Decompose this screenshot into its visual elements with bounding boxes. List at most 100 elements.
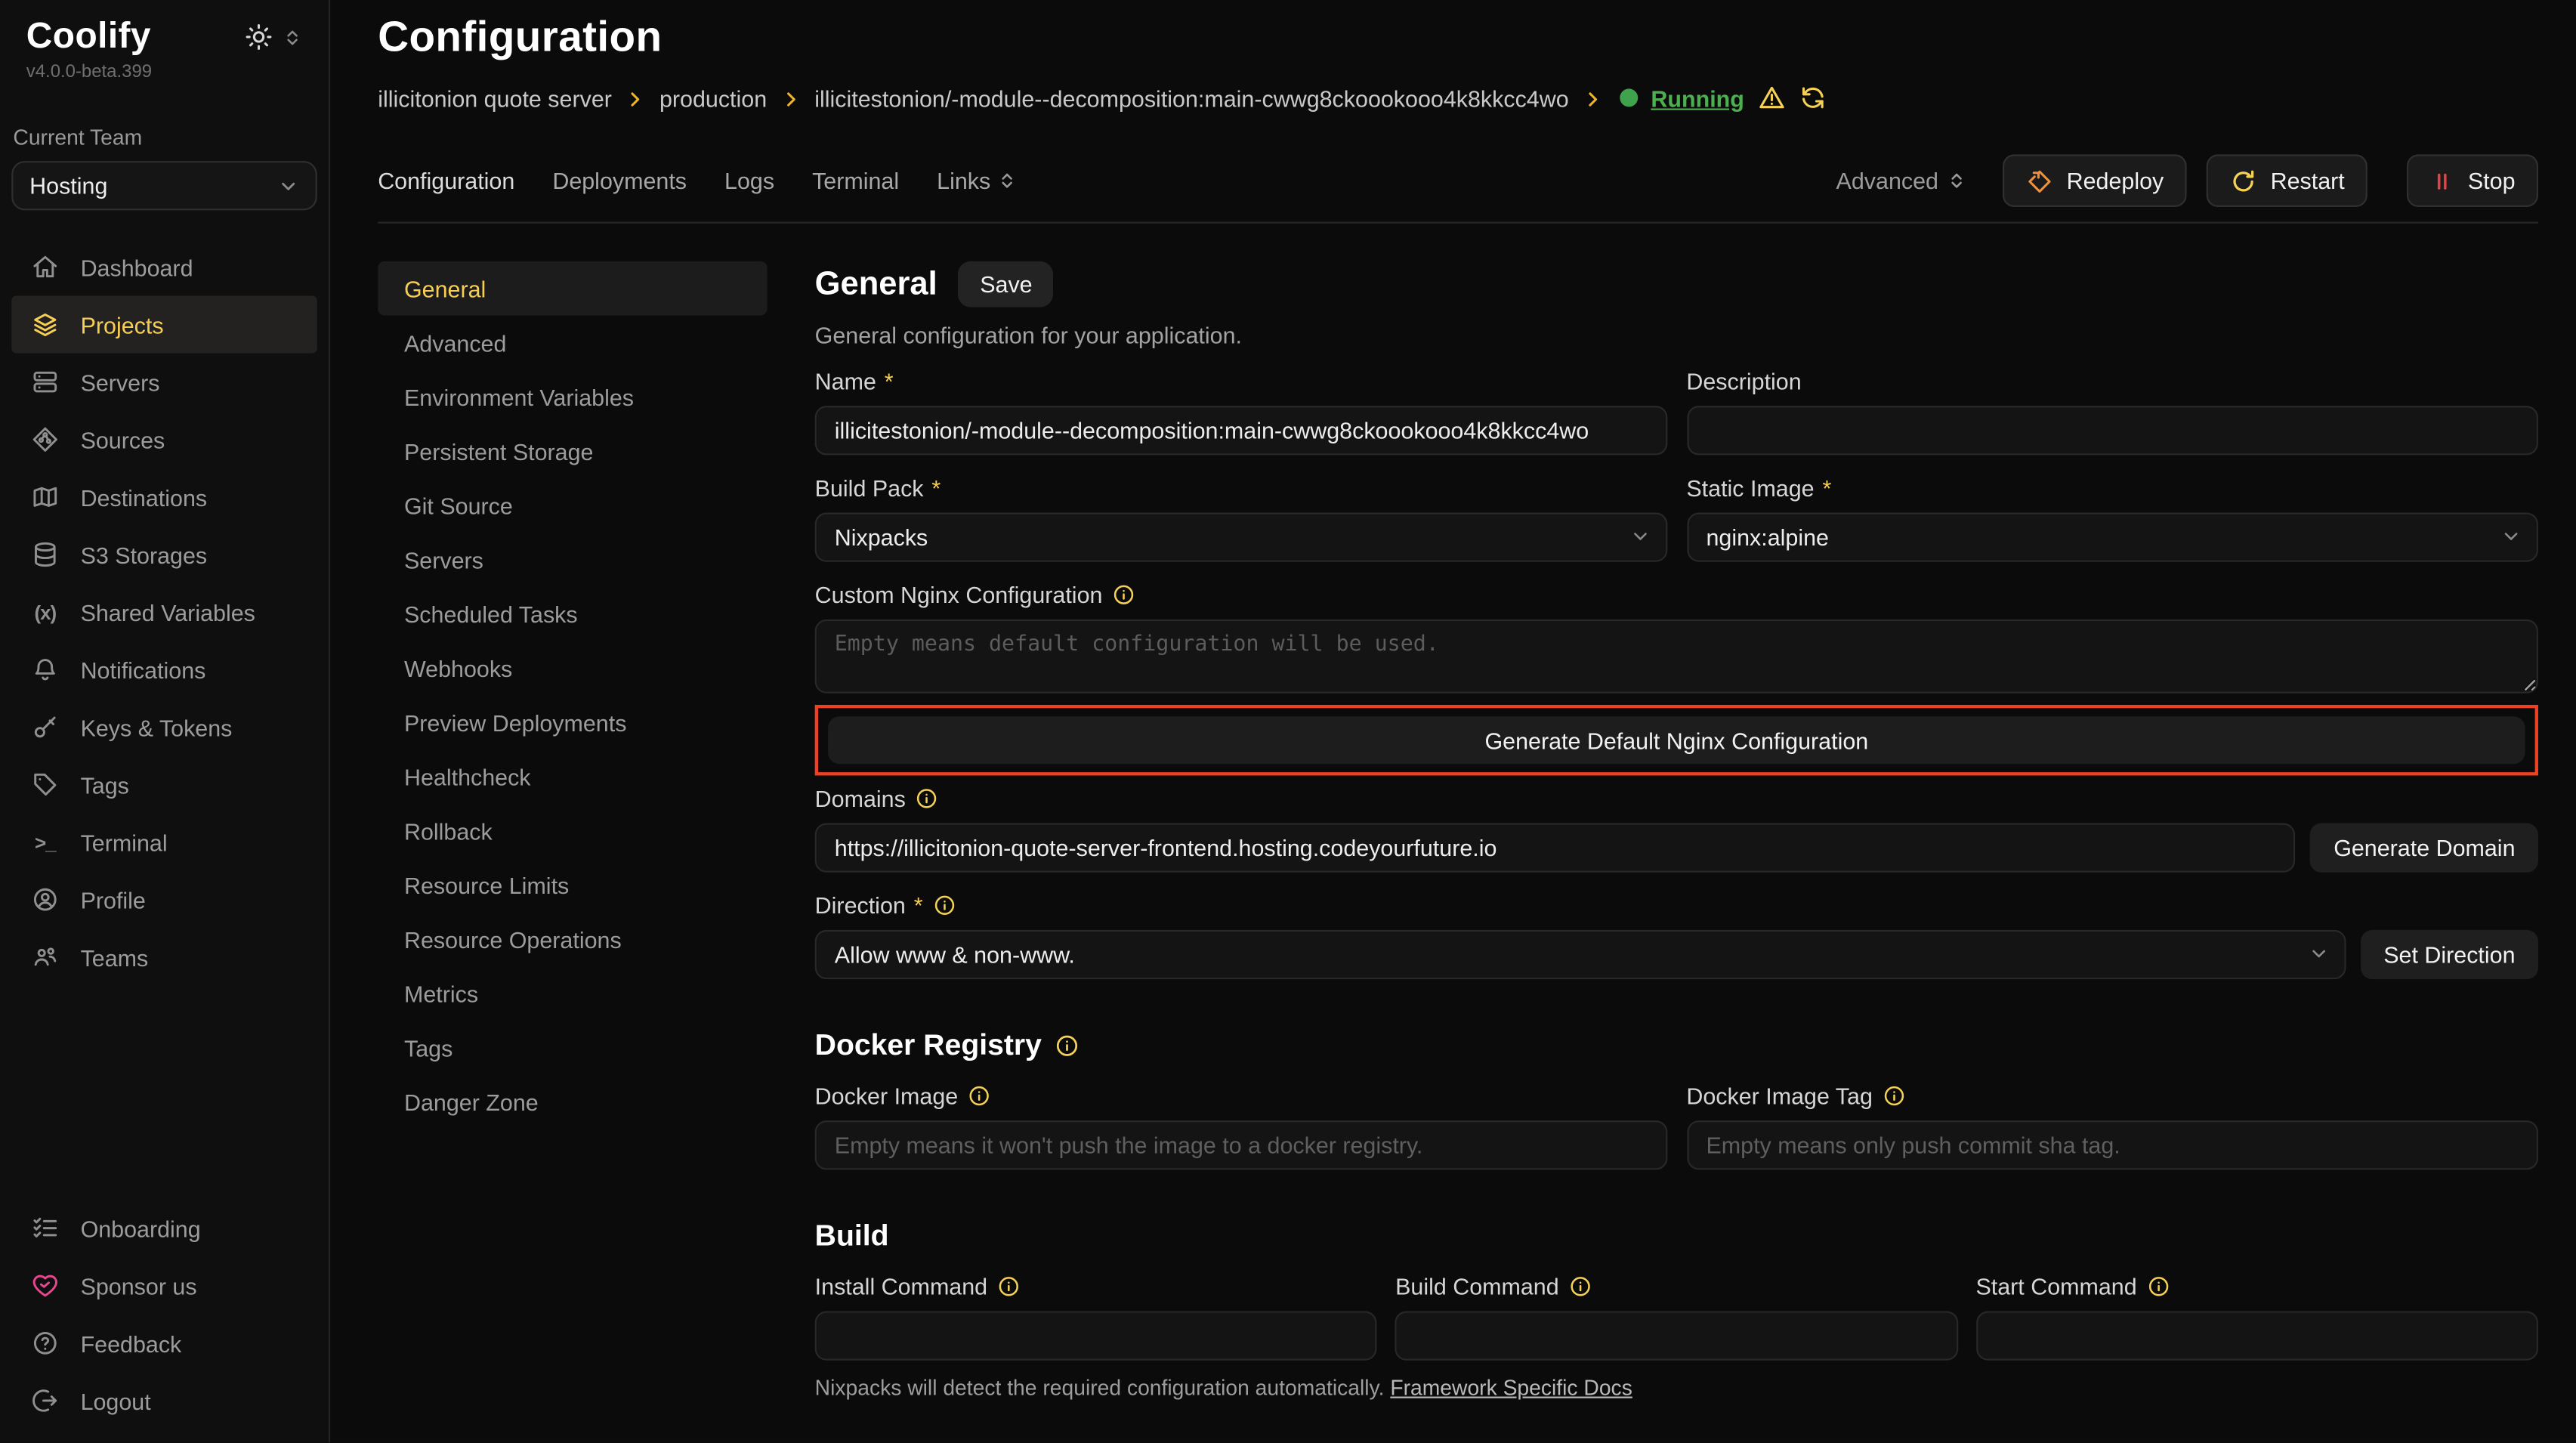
subnav-item-persistent-storage[interactable]: Persistent Storage: [378, 424, 767, 478]
tab-deployments[interactable]: Deployments: [552, 168, 687, 194]
build-command-input[interactable]: [1395, 1311, 1957, 1360]
custom-nginx-label: Custom Nginx Configuration: [815, 582, 2538, 608]
build-command-label: Build Command: [1395, 1273, 1957, 1299]
sidebar-item-feedback[interactable]: Feedback: [11, 1315, 317, 1372]
framework-docs-link[interactable]: Framework Specific Docs: [1390, 1375, 1632, 1400]
info-icon[interactable]: [1055, 1034, 1080, 1058]
tab-logs[interactable]: Logs: [724, 168, 774, 194]
subnav-item-resource-limits[interactable]: Resource Limits: [378, 857, 767, 912]
subnav-item-metrics[interactable]: Metrics: [378, 966, 767, 1021]
theme-toggle[interactable]: [245, 23, 302, 51]
name-input[interactable]: [815, 406, 1667, 455]
chevron-up-down-icon: [997, 171, 1017, 190]
tag-icon: [31, 771, 59, 799]
sidebar-item-dashboard[interactable]: Dashboard: [11, 238, 317, 295]
tab-links[interactable]: Links: [937, 168, 1017, 194]
subnav-item-healthcheck[interactable]: Healthcheck: [378, 749, 767, 804]
generate-domain-button[interactable]: Generate Domain: [2311, 823, 2538, 873]
custom-nginx-textarea[interactable]: [815, 620, 2538, 694]
save-button[interactable]: Save: [959, 261, 1054, 307]
sidebar-item-projects[interactable]: Projects: [11, 295, 317, 353]
sidebar-item-logout[interactable]: Logout: [11, 1372, 317, 1429]
sidebar-item-onboarding[interactable]: Onboarding: [11, 1200, 317, 1257]
info-icon[interactable]: [1569, 1275, 1592, 1298]
sidebar-item-keys-tokens[interactable]: Keys & Tokens: [11, 698, 317, 755]
subnav-item-tags[interactable]: Tags: [378, 1021, 767, 1075]
sidebar-item-sources[interactable]: Sources: [11, 411, 317, 468]
subnav-item-scheduled-tasks[interactable]: Scheduled Tasks: [378, 586, 767, 641]
generate-default-nginx-button[interactable]: Generate Default Nginx Configuration: [828, 716, 2525, 764]
stop-button[interactable]: Stop: [2407, 154, 2538, 207]
breadcrumb-segment[interactable]: illicitonion quote server: [378, 85, 612, 111]
tab-terminal[interactable]: Terminal: [812, 168, 899, 194]
subnav-item-environment-variables[interactable]: Environment Variables: [378, 369, 767, 424]
direction-select[interactable]: [815, 930, 2346, 979]
checklist-icon: [31, 1214, 59, 1242]
chevron-up-down-icon: [283, 27, 302, 47]
team-select[interactable]: Hosting: [11, 161, 317, 210]
set-direction-button[interactable]: Set Direction: [2361, 930, 2538, 979]
subnav-item-advanced[interactable]: Advanced: [378, 316, 767, 370]
start-command-input[interactable]: [1975, 1311, 2538, 1360]
sidebar-item-label: Servers: [81, 369, 160, 395]
advanced-dropdown[interactable]: Advanced: [1836, 168, 1966, 194]
info-icon[interactable]: [968, 1084, 990, 1107]
info-icon[interactable]: [933, 894, 956, 916]
tab-configuration[interactable]: Configuration: [378, 168, 514, 194]
breadcrumb-segment[interactable]: illicitestonion/-module--decomposition:m…: [814, 85, 1568, 111]
chevron-right-icon: [780, 88, 802, 109]
breadcrumb-segment[interactable]: production: [659, 85, 767, 111]
layers-icon: [31, 311, 59, 338]
subnav-item-general[interactable]: General: [378, 261, 767, 316]
static-image-select[interactable]: [1686, 513, 2538, 562]
sidebar-item-label: Feedback: [81, 1330, 182, 1356]
docker-image-tag-label: Docker Image Tag: [1686, 1083, 2538, 1109]
sidebar-item-label: S3 Storages: [81, 542, 208, 568]
breadcrumb: illicitonion quote server production illic…: [378, 84, 2538, 112]
sidebar-item-terminal[interactable]: >_Terminal: [11, 813, 317, 870]
sidebar-item-sponsor-us[interactable]: Sponsor us: [11, 1257, 317, 1315]
install-command-label: Install Command: [815, 1273, 1377, 1299]
sidebar-item-profile[interactable]: Profile: [11, 871, 317, 929]
warning-icon[interactable]: [1757, 84, 1785, 112]
sidebar-item-notifications[interactable]: Notifications: [11, 641, 317, 698]
sidebar-item-label: Destinations: [81, 484, 208, 510]
install-command-input[interactable]: [815, 1311, 1377, 1360]
status-badge[interactable]: Running: [1651, 85, 1744, 111]
name-label: Name*: [815, 368, 1667, 394]
domains-input[interactable]: [815, 823, 2296, 873]
info-icon[interactable]: [997, 1275, 1020, 1298]
subnav-item-rollback[interactable]: Rollback: [378, 803, 767, 857]
sidebar-item-shared-variables[interactable]: (x)Shared Variables: [11, 583, 317, 641]
terminal-icon: >_: [31, 828, 59, 856]
subnav-item-preview-deployments[interactable]: Preview Deployments: [378, 695, 767, 749]
info-icon[interactable]: [1883, 1084, 1905, 1107]
sidebar-item-destinations[interactable]: Destinations: [11, 468, 317, 526]
info-icon[interactable]: [2147, 1275, 2170, 1298]
subnav-item-webhooks[interactable]: Webhooks: [378, 641, 767, 695]
sidebar-item-label: Tags: [81, 771, 129, 798]
sidebar-item-s3-storages[interactable]: S3 Storages: [11, 526, 317, 583]
subnav-item-resource-operations[interactable]: Resource Operations: [378, 912, 767, 966]
description-input[interactable]: [1686, 406, 2538, 455]
action-buttons: Advanced Redeploy Restart: [1836, 154, 2538, 207]
sidebar-item-teams[interactable]: Teams: [11, 929, 317, 986]
refresh-icon[interactable]: [1799, 84, 1827, 112]
build-pack-select[interactable]: [815, 513, 1667, 562]
info-icon[interactable]: [1113, 583, 1135, 606]
docker-image-input[interactable]: [815, 1120, 1667, 1170]
sidebar-item-label: Projects: [81, 311, 164, 338]
subnav-item-danger-zone[interactable]: Danger Zone: [378, 1074, 767, 1129]
sidebar-item-label: Sponsor us: [81, 1272, 197, 1299]
sidebar-item-label: Keys & Tokens: [81, 714, 233, 740]
docker-image-tag-input[interactable]: [1686, 1120, 2538, 1170]
info-icon[interactable]: [916, 787, 938, 810]
redeploy-button[interactable]: Redeploy: [2003, 154, 2187, 207]
sidebar-item-tags[interactable]: Tags: [11, 755, 317, 813]
sidebar-item-servers[interactable]: Servers: [11, 354, 317, 411]
restart-button[interactable]: Restart: [2207, 154, 2368, 207]
subnav-item-servers[interactable]: Servers: [378, 533, 767, 587]
subnav-item-git-source[interactable]: Git Source: [378, 478, 767, 533]
section-title: General: [815, 265, 937, 303]
stop-label: Stop: [2468, 168, 2516, 194]
